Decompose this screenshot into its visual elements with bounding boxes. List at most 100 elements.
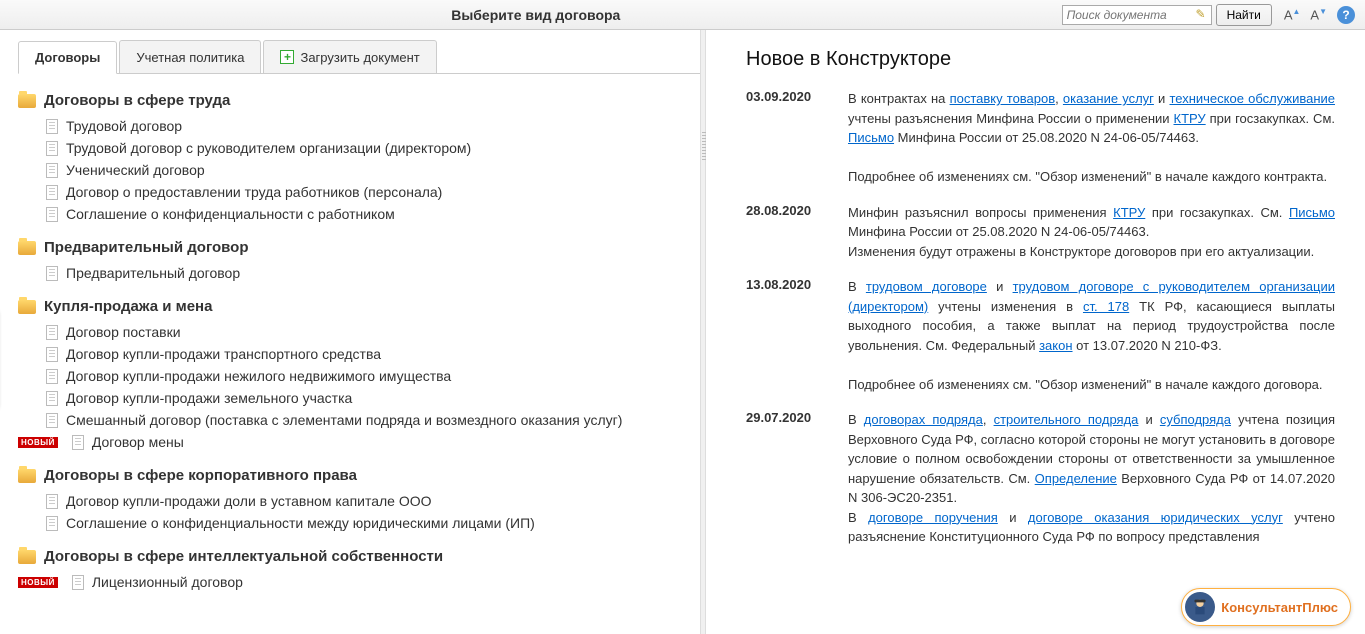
doc-row: Предварительный договор — [46, 262, 700, 284]
doc-row: Договор купли-продажи нежилого недвижимо… — [46, 365, 700, 387]
doc-label: Предварительный договор — [66, 265, 240, 281]
doc-item[interactable]: Договор купли-продажи земельного участка — [46, 387, 700, 409]
doc-row: Трудовой договор с руководителем организ… — [46, 137, 700, 159]
link[interactable]: договорах подряда — [864, 412, 983, 427]
news-text: В трудовом договоре и трудовом договоре … — [848, 277, 1335, 394]
font-decrease-button[interactable]: A▼ — [1310, 7, 1327, 22]
doc-label: Договор поставки — [66, 324, 181, 340]
brand-avatar-icon — [1185, 592, 1215, 622]
folder-icon — [18, 241, 36, 255]
folder-title: Договоры в сфере корпоративного права — [44, 467, 357, 484]
top-icons: A▲ A▼ ? — [1284, 6, 1355, 24]
doc-row: Трудовой договор — [46, 115, 700, 137]
link[interactable]: оказание услуг — [1063, 91, 1154, 106]
doc-row: Договор купли-продажи транспортного сред… — [46, 343, 700, 365]
doc-item[interactable]: НОВЫЙДоговор мены — [46, 431, 700, 453]
link[interactable]: ст. 178 — [1083, 299, 1129, 314]
doc-item[interactable]: Договор о предоставлении труда работнико… — [46, 181, 700, 203]
doc-item[interactable]: Соглашение о конфиденциальности с работн… — [46, 203, 700, 225]
doc-list: Предварительный договор — [46, 262, 700, 284]
link[interactable]: субподряда — [1160, 412, 1231, 427]
doc-label: Трудовой договор с руководителем организ… — [66, 140, 471, 156]
tab-0[interactable]: Договоры — [18, 41, 117, 74]
doc-item[interactable]: Трудовой договор с руководителем организ… — [46, 137, 700, 159]
link[interactable]: закон — [1039, 338, 1072, 353]
news-text: Минфин разъяснил вопросы применения КТРУ… — [848, 203, 1335, 262]
tree: Договоры в сфере трудаТрудовой договорТр… — [18, 92, 700, 593]
document-icon — [46, 141, 58, 156]
folder-header[interactable]: Договоры в сфере корпоративного права — [18, 467, 700, 484]
doc-label: Соглашение о конфиденциальности между юр… — [66, 515, 535, 531]
link[interactable]: поставку товаров — [950, 91, 1056, 106]
tab-label: Договоры — [35, 50, 100, 65]
right-panel: Новое в Конструкторе 03.09.2020В контрак… — [706, 30, 1365, 634]
new-badge: НОВЫЙ — [18, 437, 58, 448]
folder: Купля-продажа и менаДоговор поставкиДого… — [18, 298, 700, 453]
link[interactable]: КТРУ — [1174, 111, 1206, 126]
news-text: В договорах подряда, строительного подря… — [848, 410, 1335, 547]
news-text: В контрактах на поставку товаров, оказан… — [848, 89, 1335, 187]
right-title: Новое в Конструкторе — [746, 48, 1335, 71]
search-wrap: ✎ Найти — [1062, 4, 1272, 26]
document-icon — [46, 207, 58, 222]
doc-label: Договор о предоставлении труда работнико… — [66, 184, 442, 200]
folder-header[interactable]: Договоры в сфере интеллектуальной собств… — [18, 548, 700, 565]
link[interactable]: Письмо — [848, 130, 894, 145]
document-icon — [46, 413, 58, 428]
link[interactable]: техническое обслуживание — [1169, 91, 1335, 106]
doc-item[interactable]: Договор купли-продажи доли в уставном ка… — [46, 490, 700, 512]
tab-2[interactable]: +Загрузить документ — [263, 40, 436, 73]
doc-list: Договор поставки Договор купли-продажи тр… — [46, 321, 700, 453]
doc-label: Договор купли-продажи земельного участка — [66, 390, 352, 406]
doc-label: Договор купли-продажи нежилого недвижимо… — [66, 368, 451, 384]
news-row: 29.07.2020В договорах подряда, строитель… — [746, 410, 1335, 547]
tab-label: Загрузить документ — [300, 50, 419, 65]
document-icon — [46, 163, 58, 178]
news-row: 28.08.2020Минфин разъяснил вопросы приме… — [746, 203, 1335, 262]
doc-list: Договор купли-продажи доли в уставном ка… — [46, 490, 700, 534]
news-date: 29.07.2020 — [746, 410, 828, 547]
doc-label: Трудовой договор — [66, 118, 182, 134]
doc-item[interactable]: Договор купли-продажи нежилого недвижимо… — [46, 365, 700, 387]
main-area: Договоры Учетная политика+Загрузить докум… — [0, 30, 1365, 634]
doc-item[interactable]: Соглашение о конфиденциальности между юр… — [46, 512, 700, 534]
doc-item[interactable]: Смешанный договор (поставка с элементами… — [46, 409, 700, 431]
folder-header[interactable]: Купля-продажа и мена — [18, 298, 700, 315]
link[interactable]: Определение — [1035, 471, 1117, 486]
tab-1[interactable]: Учетная политика — [119, 40, 261, 73]
news-row: 03.09.2020В контрактах на поставку товар… — [746, 89, 1335, 187]
link[interactable]: трудовом договоре — [866, 279, 987, 294]
news-row: 13.08.2020В трудовом договоре и трудовом… — [746, 277, 1335, 394]
folder-header[interactable]: Предварительный договор — [18, 239, 700, 256]
font-increase-button[interactable]: A▲ — [1284, 7, 1301, 22]
link[interactable]: КТРУ — [1113, 205, 1145, 220]
document-icon — [46, 347, 58, 362]
search-input[interactable] — [1062, 5, 1212, 25]
folder-title: Договоры в сфере интеллектуальной собств… — [44, 548, 443, 565]
link[interactable]: строительного подряда — [994, 412, 1139, 427]
doc-list: Трудовой договор Трудовой договор с руков… — [46, 115, 700, 225]
help-icon[interactable]: ? — [1337, 6, 1355, 24]
link[interactable]: договоре оказания юридических услуг — [1028, 510, 1283, 525]
folder-icon — [18, 300, 36, 314]
doc-item[interactable]: НОВЫЙЛицензионный договор — [46, 571, 700, 593]
doc-label: Договор мены — [92, 434, 184, 450]
search-button[interactable]: Найти — [1216, 4, 1272, 26]
folder: Договоры в сфере корпоративного права Дог… — [18, 467, 700, 534]
doc-item[interactable]: Ученический договор — [46, 159, 700, 181]
tabs: Договоры Учетная политика+Загрузить докум… — [18, 40, 700, 74]
link[interactable]: договоре поручения — [868, 510, 998, 525]
doc-list: НОВЫЙЛицензионный договор — [46, 571, 700, 593]
brand-text: КонсультантПлюс — [1221, 600, 1338, 615]
link[interactable]: Письмо — [1289, 205, 1335, 220]
doc-item[interactable]: Договор поставки — [46, 321, 700, 343]
doc-item[interactable]: Предварительный договор — [46, 262, 700, 284]
page-title: Выберите вид договора — [10, 7, 1062, 23]
folder-title: Купля-продажа и мена — [44, 298, 212, 315]
doc-item[interactable]: Трудовой договор — [46, 115, 700, 137]
brand-badge[interactable]: КонсультантПлюс — [1181, 588, 1351, 626]
folder-icon — [18, 469, 36, 483]
folder-header[interactable]: Договоры в сфере труда — [18, 92, 700, 109]
doc-item[interactable]: Договор купли-продажи транспортного сред… — [46, 343, 700, 365]
document-icon — [46, 494, 58, 509]
